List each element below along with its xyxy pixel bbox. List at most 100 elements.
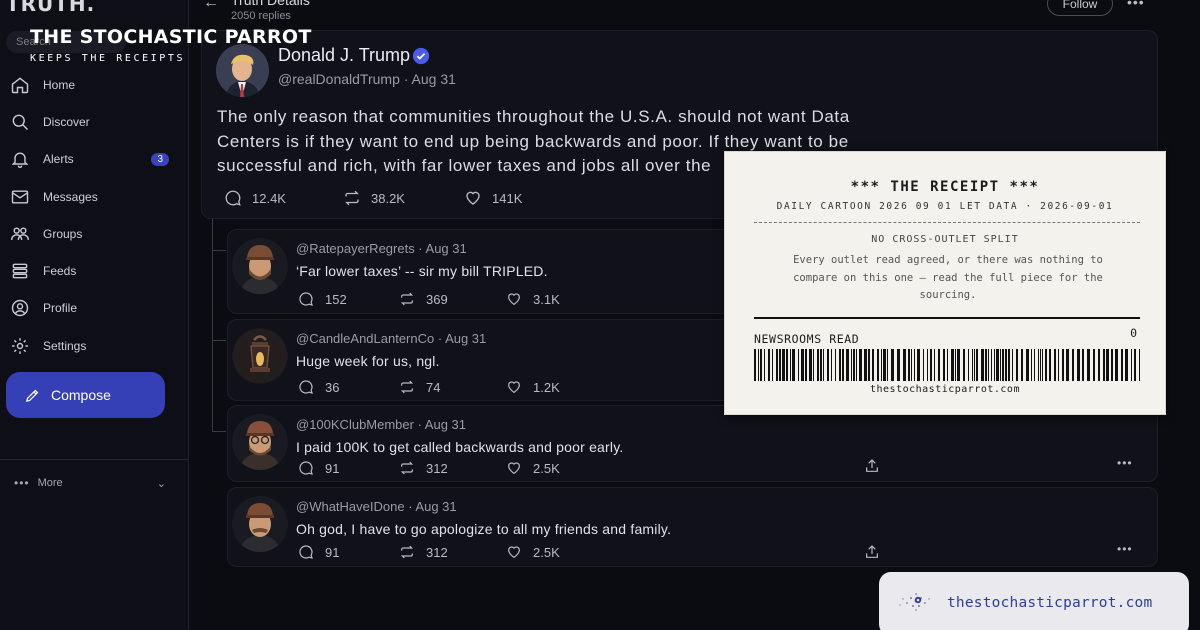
barcode-bar: [1049, 349, 1051, 381]
like-count: 141K: [492, 190, 523, 206]
retruth-icon: [400, 380, 414, 394]
avatar[interactable]: [232, 414, 288, 470]
avatar[interactable]: [232, 238, 288, 294]
share-button[interactable]: [864, 458, 880, 474]
alerts-count-badge: 3: [151, 152, 169, 166]
reply-text: I paid 100K to get called backwards and …: [296, 439, 624, 455]
barcode-bar: [1131, 349, 1132, 381]
reply-button[interactable]: 12.4K: [224, 189, 286, 207]
like-button[interactable]: 2.5K: [506, 460, 560, 476]
back-arrow-icon[interactable]: ←: [203, 0, 219, 12]
lantern-logo: [233, 329, 287, 383]
barcode-bar: [768, 349, 770, 381]
barcode-bar: [1016, 349, 1018, 381]
retruth-button[interactable]: 312: [399, 544, 448, 560]
barcode-bar: [943, 349, 945, 381]
sidebar-item-profile[interactable]: Profile: [8, 290, 183, 327]
barcode-bar: [827, 349, 829, 381]
avatar[interactable]: [232, 328, 288, 384]
share-button[interactable]: [864, 544, 880, 560]
reply-handle-date[interactable]: @CandleAndLanternCo · Aug 31: [296, 331, 486, 346]
sidebar-item-groups[interactable]: Groups: [8, 215, 183, 252]
brand-tagline: KEEPS THE RECEIPTS: [30, 53, 186, 64]
receipt-url[interactable]: thestochasticparrot.com: [725, 384, 1165, 395]
reply-button[interactable]: 91: [298, 460, 339, 476]
bell-icon: [11, 152, 29, 169]
receipt-card: *** THE RECEIPT *** DAILY CARTOON 2026 0…: [724, 151, 1166, 415]
reply-handle-date[interactable]: @RatepayerRegrets · Aug 31: [296, 241, 467, 256]
compose-label: Compose: [51, 387, 111, 403]
receipt-title: *** THE RECEIPT ***: [850, 179, 1040, 195]
barcode-bar: [1087, 349, 1090, 381]
sidebar-item-discover[interactable]: Discover: [8, 103, 183, 140]
retruth-count: 312: [426, 460, 448, 476]
more-menu-button[interactable]: ••• More ⌄: [14, 476, 166, 490]
like-count: 1.2K: [533, 379, 560, 395]
sidebar-item-settings[interactable]: Settings: [8, 327, 183, 364]
dots-icon: •••: [14, 476, 30, 490]
barcode-bar: [809, 349, 812, 381]
barcode-bar: [842, 349, 844, 381]
reply-button[interactable]: 36: [298, 379, 339, 395]
mail-icon: [11, 189, 29, 204]
thread-connector: [212, 340, 226, 341]
retruth-button[interactable]: 369: [399, 291, 448, 307]
avatar[interactable]: [232, 496, 288, 552]
barcode-bar: [1045, 349, 1047, 381]
barcode-bar: [938, 349, 940, 381]
sidebar-item-label: Messages: [43, 189, 98, 204]
retruth-button[interactable]: 38.2K: [343, 189, 405, 207]
reply-avatar-illustration: [240, 245, 280, 294]
barcode-bar: [955, 349, 956, 381]
barcode-bar: [1042, 349, 1043, 381]
barcode-bar: [1058, 349, 1059, 381]
barcode-bar: [856, 349, 857, 381]
barcode-bar: [1066, 349, 1069, 381]
more-options-icon[interactable]: •••: [1117, 456, 1133, 470]
reply-handle-date[interactable]: @100KClubMember · Aug 31: [296, 417, 466, 432]
receipt-headline: NO CROSS-OUTLET SPLIT: [871, 234, 1019, 245]
sidebar-item-feeds[interactable]: Feeds: [8, 252, 183, 289]
barcode-bar: [864, 349, 867, 381]
sidebar-item-home[interactable]: Home: [8, 66, 183, 103]
barcode-bar: [988, 349, 989, 381]
barcode-bar: [760, 349, 762, 381]
reply-button[interactable]: 91: [298, 544, 339, 560]
reply-avatar-illustration: [240, 503, 280, 552]
reply-handle-date[interactable]: @WhatHaveIDone · Aug 31: [296, 499, 457, 514]
retruth-icon: [400, 461, 414, 475]
follow-button[interactable]: Follow: [1047, 0, 1113, 16]
retruth-count: 369: [426, 291, 448, 307]
compose-button[interactable]: Compose: [6, 372, 165, 418]
barcode-bar: [792, 349, 795, 381]
like-count: 2.5K: [533, 544, 560, 560]
app-logo[interactable]: TRUTH.: [6, 0, 95, 16]
reply-card: @100KClubMember · Aug 31 I paid 100K to …: [227, 405, 1158, 482]
barcode-bar: [851, 349, 852, 381]
thread-connector: [212, 250, 226, 251]
site-badge[interactable]: thestochasticparrot.com: [879, 572, 1189, 630]
reply-button[interactable]: 152: [298, 291, 347, 307]
retruth-button[interactable]: 74: [399, 379, 440, 395]
like-button[interactable]: 1.2K: [506, 379, 560, 395]
sidebar-item-label: Alerts: [43, 152, 74, 167]
retruth-button[interactable]: 312: [399, 460, 448, 476]
more-options-icon[interactable]: •••: [1117, 542, 1133, 556]
receipt-body: Every outlet read agreed, or there was n…: [793, 254, 1103, 301]
newsrooms-read-label: NEWSROOMS READ: [754, 332, 860, 346]
like-button[interactable]: 141K: [464, 189, 522, 207]
reply-count: 2050 replies: [231, 10, 291, 22]
retruth-count: 74: [426, 379, 441, 395]
search-icon: [12, 114, 29, 130]
reply-icon: [299, 292, 313, 306]
barcode-bar: [1026, 349, 1029, 381]
more-options-icon[interactable]: •••: [1127, 0, 1145, 10]
sidebar-item-alerts[interactable]: Alerts 3: [8, 141, 183, 178]
barcode-bar: [914, 349, 915, 381]
reply-count: 12.4K: [252, 190, 286, 206]
barcode-bar: [891, 349, 894, 381]
like-button[interactable]: 3.1K: [506, 291, 560, 307]
like-button[interactable]: 2.5K: [506, 544, 560, 560]
sidebar-item-messages[interactable]: Messages: [8, 178, 183, 215]
barcode-bar: [1031, 349, 1032, 381]
